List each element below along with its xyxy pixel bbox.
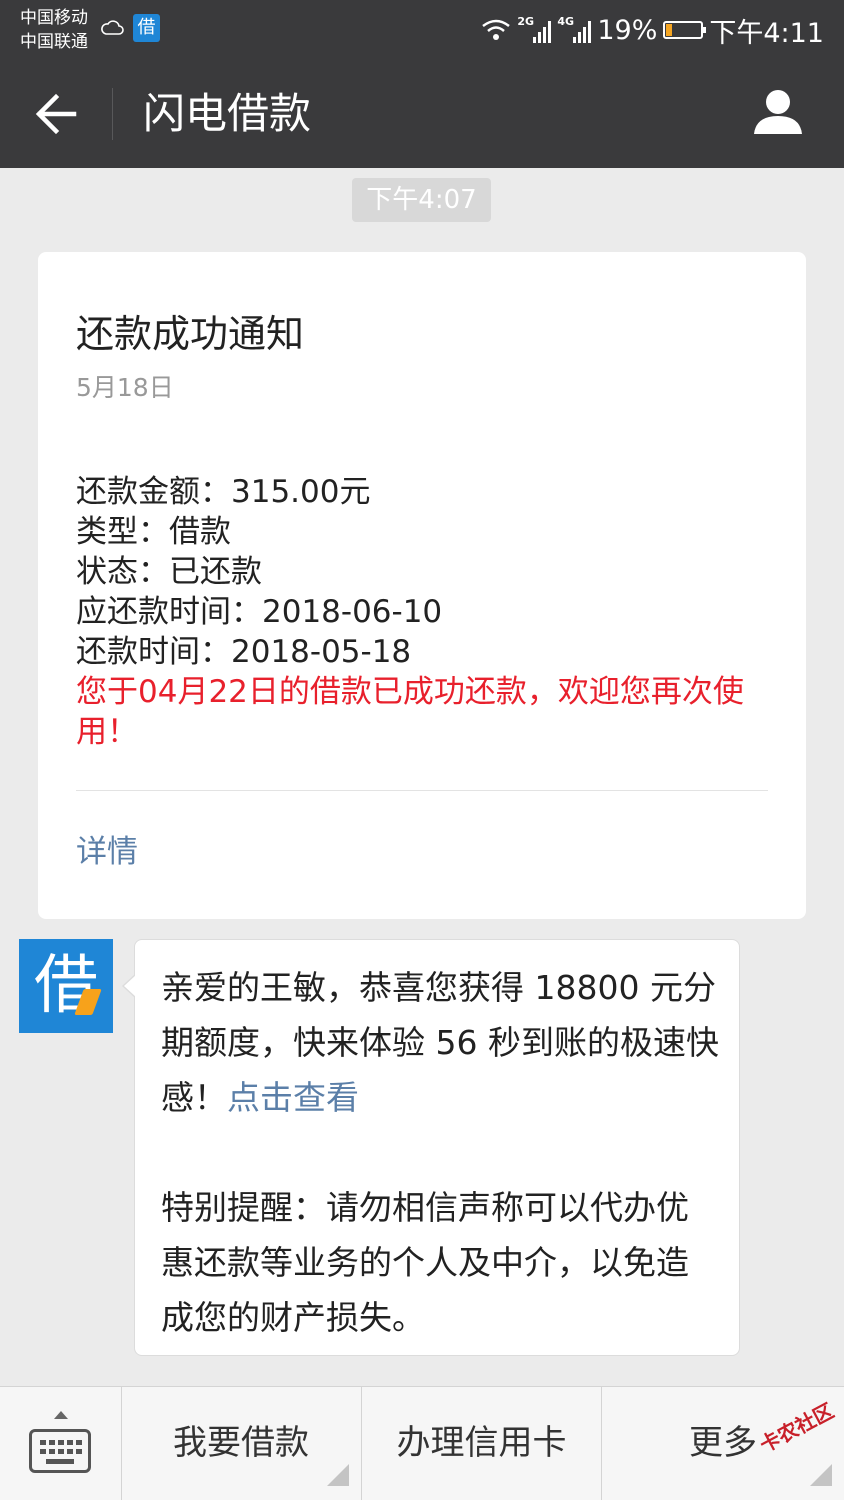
carrier-labels: 中国移动 中国联通 — [20, 6, 88, 54]
card-title: 还款成功通知 — [76, 312, 305, 356]
page-title: 闪电借款 — [143, 89, 312, 138]
type-line: 类型：借款 — [76, 514, 231, 550]
menu-item-label: 更多 — [689, 1423, 757, 1463]
sender-avatar[interactable]: 借 — [19, 939, 113, 1033]
card-date: 5月18日 — [76, 373, 174, 402]
notification-card[interactable]: 还款成功通知 5月18日 还款金额：315.00元 类型：借款 状态：已还款 应… — [38, 252, 806, 919]
arrow-left-icon — [35, 93, 77, 135]
cloud-icon — [101, 20, 124, 35]
battery-percent: 19% — [597, 14, 658, 46]
bottom-menu: 我要借款 办理信用卡 更多 — [0, 1386, 844, 1500]
success-message: 您于04月22日的借款已成功还款，欢迎您再次使用！ — [76, 674, 744, 750]
keyboard-toggle-button[interactable] — [0, 1387, 122, 1500]
status-line: 状态：已还款 — [76, 554, 262, 590]
due-date-line: 应还款时间：2018-06-10 — [76, 594, 443, 630]
card-details: 还款金额：315.00元 类型：借款 状态：已还款 应还款时间：2018-06-… — [76, 472, 776, 672]
card-divider — [76, 790, 768, 791]
menu-item-label: 我要借款 — [173, 1423, 309, 1463]
app-notification-icon: 借 — [133, 14, 160, 42]
back-button[interactable] — [26, 84, 86, 144]
carrier-1: 中国移动 — [20, 8, 88, 28]
battery-icon — [663, 21, 707, 39]
submenu-indicator-icon — [327, 1464, 349, 1486]
message-reminder: 特别提醒：请勿相信声称可以代办优惠还款等业务的个人及中介，以免造成您的财产损失。 — [161, 1188, 689, 1337]
message-paragraph-1: 亲爱的王敏，恭喜您获得 18800 元分期额度，快来体验 56 秒到账的极速快感… — [161, 960, 721, 1125]
details-link[interactable]: 详情 — [76, 830, 138, 874]
repay-amount-line: 还款金额：315.00元 — [76, 474, 371, 510]
menu-item-label: 办理信用卡 — [396, 1423, 567, 1463]
profile-button[interactable] — [748, 82, 808, 142]
carrier-2: 中国联通 — [20, 32, 88, 52]
chevron-up-icon — [54, 1411, 68, 1419]
message-bubble: 亲爱的王敏，恭喜您获得 18800 元分期额度，快来体验 56 秒到账的极速快感… — [122, 939, 740, 1356]
repay-date-line: 还款时间：2018-05-18 — [76, 634, 412, 670]
keyboard-icon — [29, 1429, 91, 1473]
message-timestamp: 下午4:07 — [352, 178, 491, 222]
menu-item-borrow[interactable]: 我要借款 — [121, 1387, 362, 1500]
view-link[interactable]: 点击查看 — [227, 1078, 359, 1117]
status-bar: 中国移动 中国联通 借 2G 4G 19% 下午4:11 — [0, 0, 844, 60]
wifi-icon — [482, 19, 511, 40]
signal-4g-icon: 4G — [557, 15, 592, 45]
signal-2g-icon: 2G — [517, 15, 552, 45]
status-indicators: 2G 4G 19% 下午4:11 — [481, 10, 824, 50]
title-bar: 闪电借款 — [0, 60, 844, 168]
title-divider — [112, 88, 113, 140]
submenu-indicator-icon — [810, 1464, 832, 1486]
clock: 下午4:11 — [709, 17, 824, 49]
menu-item-credit-card[interactable]: 办理信用卡 — [362, 1387, 602, 1500]
message-text: 亲爱的王敏，恭喜您获得 18800 元分期额度，快来体验 56 秒到账的极速快感… — [161, 960, 721, 1345]
person-icon — [754, 90, 802, 134]
